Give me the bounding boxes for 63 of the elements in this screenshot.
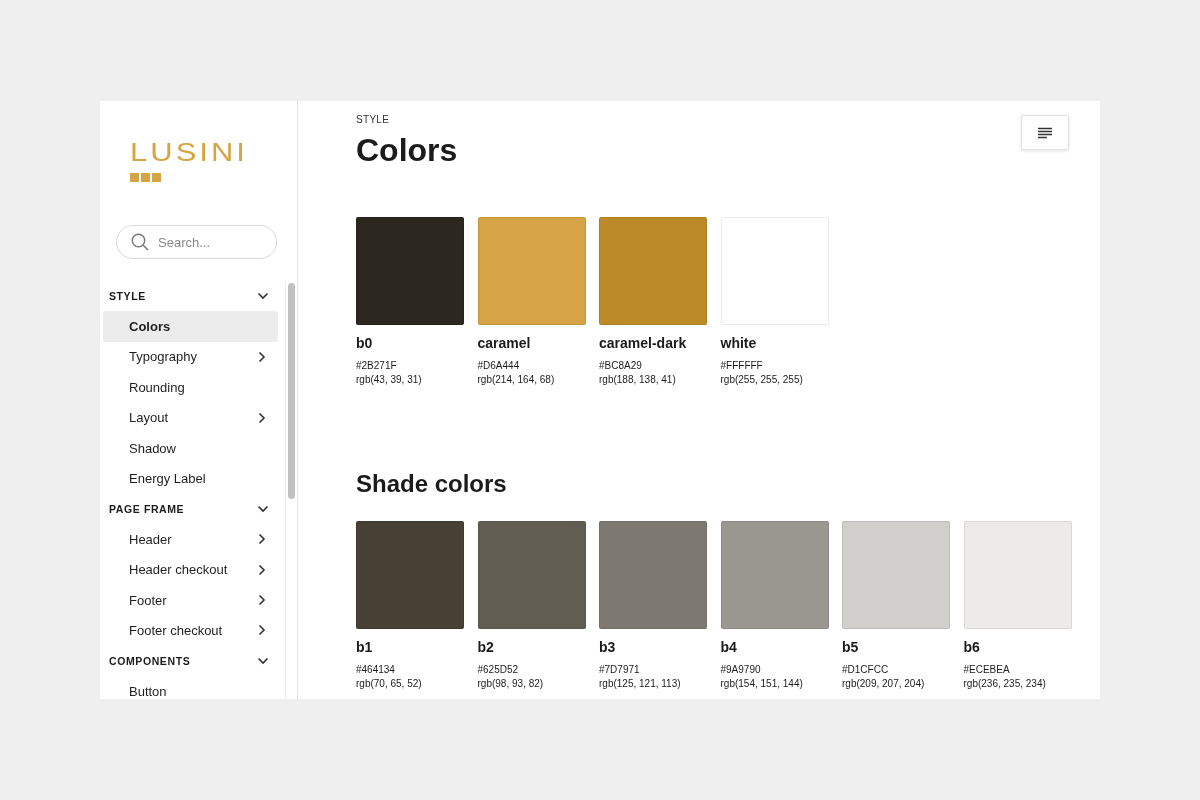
color-name: b1 [356,639,374,656]
hex-value: #ECEBEA [963,663,1011,677]
search-field[interactable]: Search... [116,225,277,259]
color-name: white [720,335,758,352]
rgb-value: rgb(255, 255, 255) [720,373,804,387]
color-name: b5 [842,639,860,656]
color-name: b6 [963,639,981,656]
nav-item[interactable]: Button [103,676,278,699]
chevron-right-icon[interactable] [258,594,266,607]
rgb-value: rgb(154, 151, 144) [720,677,804,691]
color-name: b2 [477,639,495,656]
rgb-value: rgb(236, 235, 234) [963,677,1047,691]
chevron-right-icon[interactable] [258,411,266,424]
hex-value: #464134 [356,663,396,677]
nav-section-title: COMPONENTS [109,654,191,667]
text-align-icon [1037,126,1053,139]
rgb-value: rgb(209, 207, 204) [842,677,926,691]
section-heading: Shade colors [356,469,508,499]
nav-item[interactable]: Shadow [103,432,278,464]
rgb-value: rgb(188, 138, 41) [599,373,677,387]
nav-section-title: PAGE FRAME [109,502,185,515]
nav-item[interactable]: Header checkout [103,554,278,585]
nav-item[interactable]: Typography [103,341,278,373]
search-icon [131,233,149,251]
nav-item[interactable]: Header [103,524,278,555]
color-name: b3 [599,639,617,656]
hex-value: #D1CFCC [842,663,890,677]
brand-logo: LUSINI [130,141,248,165]
hex-value: #7D7971 [599,663,641,677]
logo-squares-icon [130,173,161,182]
page-title: Colors [356,131,458,170]
rgb-value: rgb(43, 39, 31) [356,373,423,387]
rgb-value: rgb(70, 65, 52) [356,677,423,691]
scrollbar-thumb[interactable] [288,283,295,499]
hex-value: #2B271F [356,359,398,373]
hex-value: #BC8A29 [599,359,643,373]
nav-item[interactable]: Layout [103,402,278,433]
menu-button[interactable] [1021,115,1069,150]
nav-item[interactable]: Colors [103,311,278,342]
rgb-value: rgb(214, 164, 68) [477,373,556,387]
chevron-right-icon[interactable] [258,350,266,363]
nav-section-title: STYLE [109,290,146,303]
nav-item[interactable]: Energy Label [103,463,278,494]
chevron-down-icon[interactable] [257,292,269,301]
rgb-value: rgb(98, 93, 82) [477,677,545,691]
color-name: caramel-dark [599,335,688,352]
chevron-right-icon[interactable] [258,563,266,576]
hex-value: #9A9790 [720,663,762,677]
color-name: caramel [477,335,532,352]
nav-item[interactable]: Footer checkout [103,615,278,646]
rgb-value: rgb(125, 121, 113) [599,677,682,691]
chevron-right-icon[interactable] [258,533,266,546]
chevron-down-icon[interactable] [257,656,269,665]
nav-item[interactable]: Rounding [103,372,278,403]
color-name: b0 [356,335,374,352]
hex-value: #625D52 [477,663,520,677]
hex-value: #D6A444 [477,359,521,373]
nav-item[interactable]: Footer [103,584,278,616]
breadcrumb-label: STYLE [356,114,391,126]
color-name: b4 [720,639,738,656]
chevron-down-icon[interactable] [257,504,269,513]
hex-value: #FFFFFF [720,359,764,373]
chevron-right-icon[interactable] [258,624,266,637]
